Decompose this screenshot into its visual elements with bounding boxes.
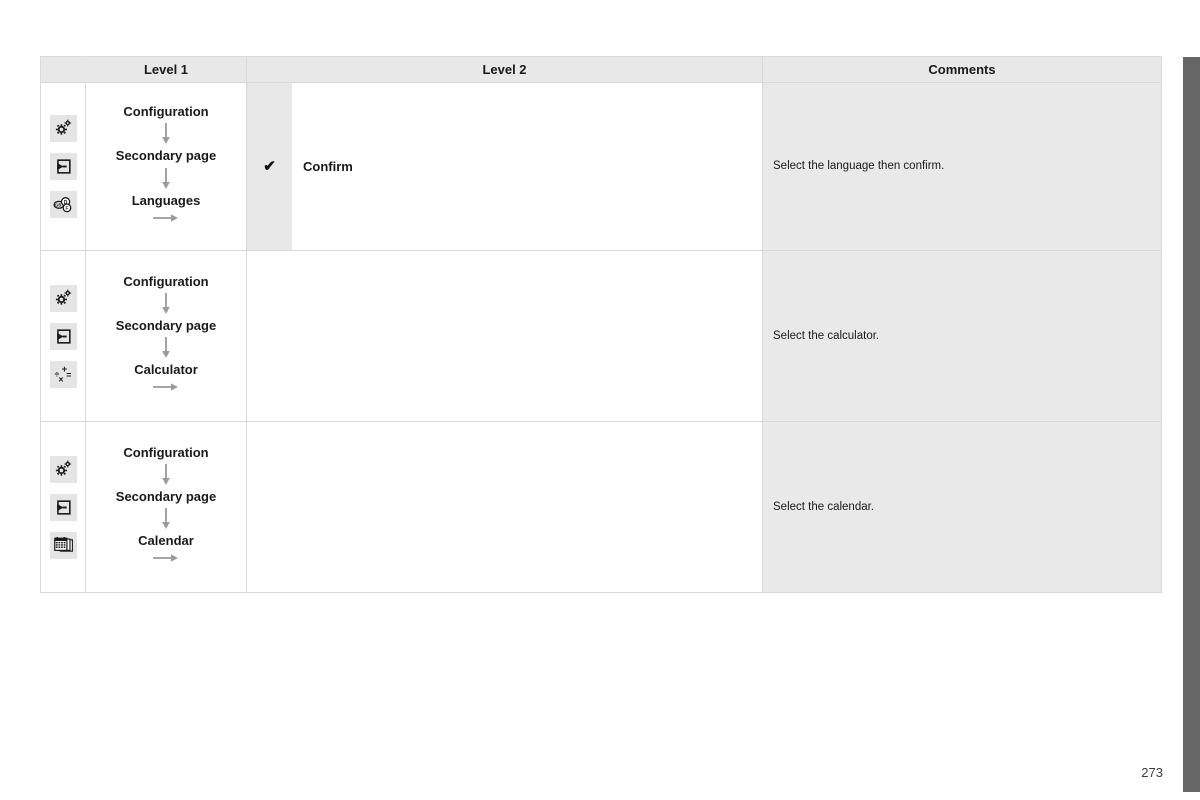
level1-flow: Configuration Secondary page Languages xyxy=(90,104,242,224)
arrow-down-icon xyxy=(160,336,172,360)
arrow-down-icon xyxy=(160,292,172,316)
flow-step-label: Calendar xyxy=(138,533,194,549)
icon-stack: + ÷ = × xyxy=(41,284,85,388)
row-comments-cell: Select the language then confirm. xyxy=(762,82,1162,251)
row-icons-cell: + ÷ = × xyxy=(40,250,86,422)
flow-step-label: Configuration xyxy=(123,444,209,460)
table-row: Configuration Secondary page Calendar Se… xyxy=(40,421,1162,593)
svg-text:F: F xyxy=(65,206,68,212)
svg-text:GB: GB xyxy=(55,202,61,207)
arrow-down-icon xyxy=(160,167,172,191)
table-header-row: Level 1 Level 2 Comments xyxy=(40,56,1162,83)
row-level1-cell: Configuration Secondary page Languages xyxy=(85,82,247,251)
column-header-icons xyxy=(40,56,86,83)
row-check-cell: ✔ xyxy=(246,82,293,251)
section-edge-tab xyxy=(1183,57,1200,792)
row-level2-cell: Confirm xyxy=(292,82,763,251)
enter-secondary-page-icon[interactable] xyxy=(49,322,77,350)
flow-step-label: Secondary page xyxy=(115,488,217,504)
gear-settings-icon[interactable] xyxy=(49,284,77,312)
enter-secondary-page-icon[interactable] xyxy=(49,153,77,180)
page-number: 273 xyxy=(1141,765,1163,780)
level1-flow: Configuration Secondary page Calculator xyxy=(90,273,242,394)
row-comments-cell: Select the calculator. xyxy=(762,250,1162,422)
svg-text:=: = xyxy=(66,370,71,380)
row-level1-cell: Configuration Secondary page Calculator xyxy=(85,250,247,422)
table-body: D F GB Configuration Secondary page Lang… xyxy=(40,82,1162,593)
arrow-down-icon xyxy=(160,507,172,531)
flow-step-label: Configuration xyxy=(123,273,209,289)
icon-stack: D F GB xyxy=(41,115,85,218)
row-comments-cell: Select the calendar. xyxy=(762,421,1162,593)
icon-stack xyxy=(41,455,85,559)
flow-step-label: Calculator xyxy=(134,362,198,378)
arrow-down-icon xyxy=(160,122,172,146)
column-header-level2: Level 2 xyxy=(246,56,763,83)
arrow-right-icon xyxy=(151,212,181,224)
level1-flow: Configuration Secondary page Calendar xyxy=(90,444,242,565)
check-icon: ✔ xyxy=(263,157,276,175)
page-root: Level 1 Level 2 Comments D F GB Configur… xyxy=(0,0,1200,800)
gear-settings-icon[interactable] xyxy=(49,115,77,142)
arrow-down-icon xyxy=(160,463,172,487)
flow-step-label: Secondary page xyxy=(115,317,217,333)
row-level2-cell xyxy=(246,250,763,422)
procedure-table: Level 1 Level 2 Comments D F GB Configur… xyxy=(40,56,1162,593)
arrow-right-icon xyxy=(151,552,181,564)
svg-text:×: × xyxy=(58,374,63,384)
flow-step-label: Configuration xyxy=(123,104,209,120)
flow-step-label: Secondary page xyxy=(115,148,217,164)
table-row: + ÷ = × Configuration Secondary page Cal… xyxy=(40,250,1162,422)
table-head: Level 1 Level 2 Comments xyxy=(40,56,1162,83)
row-icons-cell: D F GB xyxy=(40,82,86,251)
row-level2-cell xyxy=(246,421,763,593)
column-header-comments: Comments xyxy=(762,56,1162,83)
calculator-icon[interactable]: + ÷ = × xyxy=(49,360,77,388)
row-level1-cell: Configuration Secondary page Calendar xyxy=(85,421,247,593)
languages-discs-icon[interactable]: D F GB xyxy=(49,191,77,218)
column-header-level1: Level 1 xyxy=(85,56,247,83)
row-icons-cell xyxy=(40,421,86,593)
enter-secondary-page-icon[interactable] xyxy=(49,493,77,521)
gear-settings-icon[interactable] xyxy=(49,455,77,483)
table-row: D F GB Configuration Secondary page Lang… xyxy=(40,82,1162,251)
svg-text:D: D xyxy=(63,200,67,206)
calendar-icon[interactable] xyxy=(49,531,77,559)
arrow-right-icon xyxy=(151,381,181,393)
flow-step-label: Languages xyxy=(131,192,201,208)
